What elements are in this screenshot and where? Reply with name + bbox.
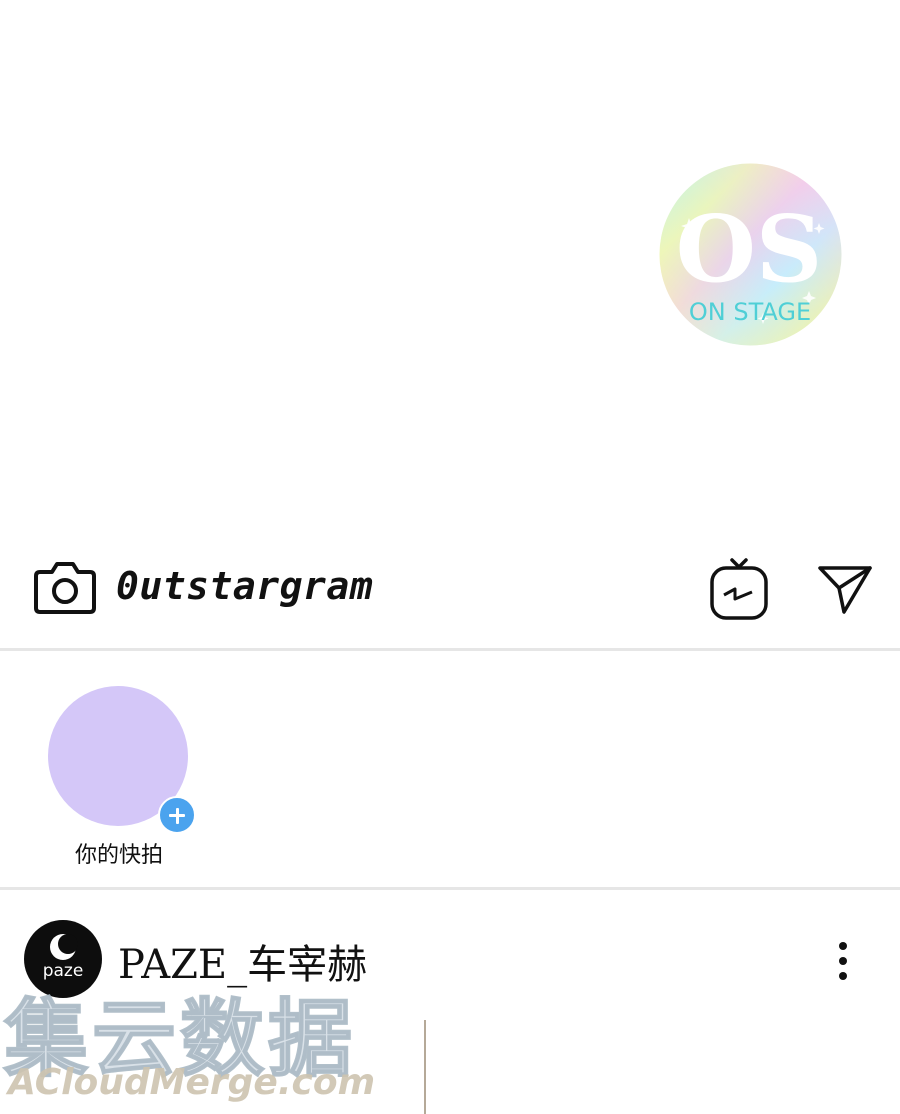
app-screen: OS ON STAGE 0utstargram 你的快拍 paze PAZE_车… xyxy=(0,0,900,1114)
image-edge-line xyxy=(424,1020,426,1114)
post-header: paze PAZE_车宰赫 xyxy=(0,890,900,1114)
app-title: 0utstargram xyxy=(116,564,374,608)
post-username[interactable]: PAZE_车宰赫 xyxy=(118,932,367,990)
send-button[interactable] xyxy=(816,562,874,614)
badge-monogram: OS xyxy=(676,195,823,303)
igtv-icon xyxy=(710,558,768,620)
badge-label: ON STAGE xyxy=(689,298,811,326)
more-options-button[interactable] xyxy=(830,940,856,982)
stories-tray: 你的快拍 xyxy=(0,651,900,887)
on-stage-logo: OS ON STAGE xyxy=(659,163,842,346)
camera-button[interactable] xyxy=(34,560,96,616)
top-app-bar: 0utstargram xyxy=(0,548,900,648)
post-author-avatar[interactable]: paze xyxy=(24,920,102,998)
camera-icon xyxy=(34,562,96,614)
avatar-text: paze xyxy=(42,961,84,981)
add-story-icon[interactable] xyxy=(158,796,196,834)
paze-logo-icon xyxy=(50,934,78,960)
send-icon xyxy=(818,566,872,614)
story-label: 你的快拍 xyxy=(74,843,163,868)
igtv-button[interactable] xyxy=(708,556,770,622)
